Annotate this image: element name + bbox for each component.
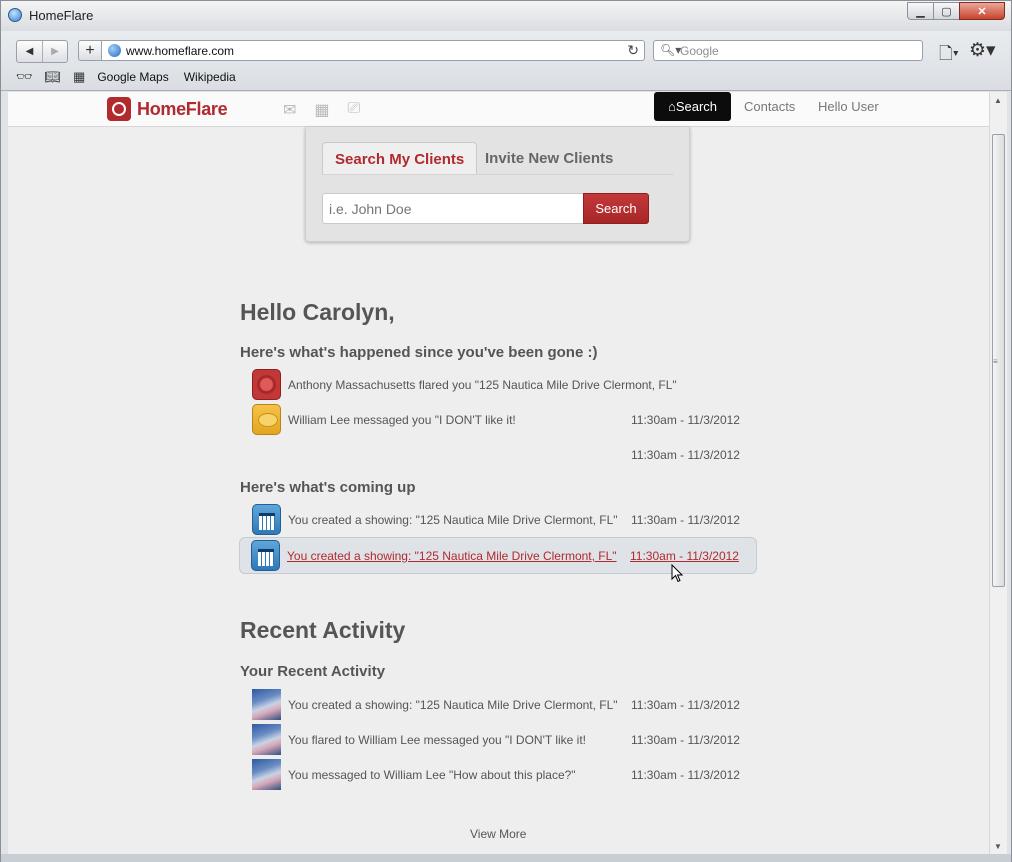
address-bar[interactable]: www.homeflare.com ↻ bbox=[101, 40, 645, 61]
reading-glasses-icon[interactable]: 👓︎ bbox=[16, 69, 33, 85]
avatar bbox=[252, 759, 281, 790]
title-bar: HomeFlare ▁ ▢ ✕ bbox=[1, 1, 1011, 31]
scroll-grip-icon: ≡ bbox=[993, 357, 998, 366]
notification-time: 11:30am - 11/3/2012 bbox=[631, 413, 740, 427]
upcoming-item[interactable]: You created a showing: "125 Nautica Mile… bbox=[240, 503, 756, 538]
recent-activity-heading: Recent Activity bbox=[240, 617, 406, 643]
your-recent-activity-heading: Your Recent Activity bbox=[240, 663, 386, 680]
nav-icons: ✉ ▦ ⎚ bbox=[283, 100, 378, 120]
notification-item[interactable]: Anthony Massachusetts flared you "125 Na… bbox=[240, 368, 756, 403]
browser-toolbar: ◀ ▶ + www.homeflare.com ↻ 🔍︎▾ Google 🗋▾ … bbox=[1, 31, 1011, 91]
window-controls: ▁ ▢ ✕ bbox=[907, 2, 1005, 20]
browser-search-placeholder: Google bbox=[680, 44, 719, 58]
avatar bbox=[252, 689, 281, 720]
tab-invite-new-clients[interactable]: Invite New Clients bbox=[473, 142, 625, 175]
activity-item[interactable]: You flared to William Lee messaged you "… bbox=[240, 723, 756, 758]
scroll-up-icon[interactable]: ▲ bbox=[994, 96, 1002, 105]
presentation-icon[interactable]: ⎚ bbox=[348, 100, 361, 120]
calendar-nav-icon[interactable]: ▦ bbox=[314, 100, 329, 120]
add-bookmark-button[interactable]: + bbox=[78, 40, 102, 61]
browser-icon bbox=[8, 8, 22, 22]
nav-contacts-link[interactable]: Contacts bbox=[744, 99, 795, 114]
window-title: HomeFlare bbox=[29, 8, 94, 23]
vertical-scrollbar[interactable]: ▲ ≡ ▼ bbox=[989, 92, 1007, 854]
calendar-icon bbox=[252, 504, 281, 535]
notification-text: Anthony Massachusetts flared you "125 Na… bbox=[288, 378, 677, 392]
nav-search-label: Search bbox=[675, 99, 718, 114]
maximize-button[interactable]: ▢ bbox=[933, 2, 960, 20]
nav-search-button[interactable]: ⌂Search bbox=[654, 92, 731, 121]
activity-time: 11:30am - 11/3/2012 bbox=[631, 768, 740, 782]
book-icon[interactable]: 📖︎ bbox=[45, 69, 62, 85]
home-icon: ⌂ bbox=[667, 99, 676, 114]
greeting-heading: Hello Carolyn, bbox=[240, 299, 395, 325]
close-button[interactable]: ✕ bbox=[959, 2, 1005, 20]
flare-icon bbox=[252, 369, 281, 400]
notification-time: 11:30am - 11/3/2012 bbox=[631, 448, 740, 462]
minimize-button[interactable]: ▁ bbox=[907, 2, 934, 20]
site-navbar: HomeFlare ✉ ▦ ⎚ ⌂Search Contacts Hello U… bbox=[8, 92, 989, 127]
since-gone-heading: Here's what's happened since you've been… bbox=[240, 344, 598, 361]
back-button[interactable]: ◀ bbox=[17, 41, 42, 62]
nav-buttons: ◀ ▶ bbox=[16, 40, 68, 63]
client-search-input[interactable] bbox=[322, 193, 584, 224]
activity-text: You created a showing: "125 Nautica Mile… bbox=[288, 698, 618, 712]
logo-icon bbox=[107, 97, 131, 121]
activity-text: You messaged to William Lee "How about t… bbox=[288, 768, 576, 782]
url-text[interactable]: www.homeflare.com bbox=[126, 44, 234, 58]
upcoming-time: 11:30am - 11/3/2012 bbox=[631, 513, 740, 527]
homeflare-logo[interactable]: HomeFlare bbox=[107, 97, 228, 121]
gear-icon[interactable]: ⚙▾ bbox=[969, 39, 996, 62]
forward-button[interactable]: ▶ bbox=[42, 41, 67, 62]
tab-search-my-clients[interactable]: Search My Clients bbox=[322, 142, 478, 175]
coming-up-heading: Here's what's coming up bbox=[240, 479, 416, 496]
bookmarks-bar: 👓︎ 📖︎ ▦ Google Maps Wikipedia bbox=[16, 69, 251, 85]
client-search-button[interactable]: Search bbox=[583, 193, 649, 224]
browser-search-field[interactable]: 🔍︎▾ Google bbox=[653, 40, 923, 61]
bookmark-google-maps[interactable]: Google Maps bbox=[97, 70, 168, 84]
upcoming-text[interactable]: You created a showing: "125 Nautica Mile… bbox=[287, 549, 617, 563]
activity-text: You flared to William Lee messaged you "… bbox=[288, 733, 587, 747]
activity-item[interactable]: You messaged to William Lee "How about t… bbox=[240, 758, 756, 793]
nav-user-link[interactable]: Hello User bbox=[818, 99, 879, 114]
status-bar bbox=[1, 854, 1011, 862]
notification-item[interactable]: William Lee messaged you "I DON'T like i… bbox=[240, 403, 756, 438]
upcoming-time[interactable]: 11:30am - 11/3/2012 bbox=[630, 549, 739, 563]
search-icon: 🔍︎▾ bbox=[660, 43, 682, 57]
view-more-link[interactable]: View More bbox=[470, 827, 526, 841]
notification-item[interactable]: 11:30am - 11/3/2012 bbox=[240, 438, 756, 473]
page-viewport: HomeFlare ✉ ▦ ⎚ ⌂Search Contacts Hello U… bbox=[8, 92, 989, 854]
client-search-panel: Search My Clients Invite New Clients Sea… bbox=[305, 127, 690, 242]
mail-icon[interactable]: ✉ bbox=[283, 100, 296, 120]
avatar bbox=[252, 724, 281, 755]
browser-window: HomeFlare ▁ ▢ ✕ ◀ ▶ + www.homeflare.com … bbox=[0, 0, 1012, 862]
calendar-icon bbox=[251, 540, 280, 571]
message-icon bbox=[252, 404, 281, 435]
bookmark-wikipedia[interactable]: Wikipedia bbox=[184, 70, 236, 84]
logo-text: HomeFlare bbox=[137, 98, 228, 119]
activity-time: 11:30am - 11/3/2012 bbox=[631, 698, 740, 712]
page-menu-icon[interactable]: 🗋▾ bbox=[939, 41, 959, 70]
tab-divider bbox=[322, 174, 674, 175]
globe-icon bbox=[108, 44, 121, 57]
activity-item[interactable]: You created a showing: "125 Nautica Mile… bbox=[240, 688, 756, 723]
scroll-down-icon[interactable]: ▼ bbox=[994, 842, 1002, 851]
upcoming-text: You created a showing: "125 Nautica Mile… bbox=[288, 513, 618, 527]
grid-icon[interactable]: ▦ bbox=[73, 69, 85, 85]
notification-text: William Lee messaged you "I DON'T like i… bbox=[288, 413, 516, 427]
activity-time: 11:30am - 11/3/2012 bbox=[631, 733, 740, 747]
reload-icon[interactable]: ↻ bbox=[627, 42, 639, 59]
